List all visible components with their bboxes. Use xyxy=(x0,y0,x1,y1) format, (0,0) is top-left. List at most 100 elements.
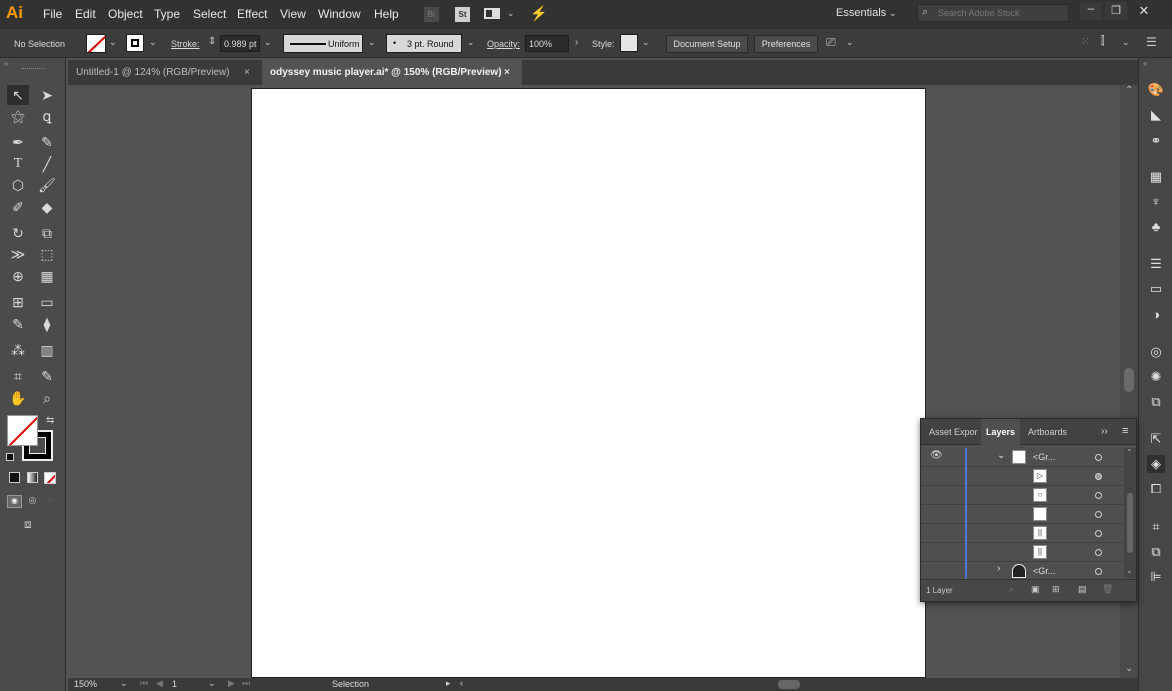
first-artboard-icon[interactable]: ⏮ xyxy=(140,678,148,689)
fill-swatch[interactable] xyxy=(86,34,106,53)
transparency-icon[interactable]: ◑ xyxy=(1147,306,1165,324)
change-screen-mode-icon[interactable]: ⧈ xyxy=(24,517,42,531)
pen-tool-icon[interactable]: ✒ xyxy=(7,132,29,152)
new-layer-icon[interactable]: ▤ xyxy=(1078,584,1087,595)
tab-layers[interactable]: Layers xyxy=(981,419,1021,445)
eyedropper-tool-icon[interactable]: ✎ xyxy=(7,314,29,334)
chevron-down-icon[interactable]: ⌄ xyxy=(368,37,376,48)
perspective-grid-tool-icon[interactable]: ▦ xyxy=(36,266,58,286)
lasso-tool-icon[interactable]: ꝗ xyxy=(36,106,58,126)
menu-window[interactable]: Window xyxy=(318,7,361,21)
swatches-icon[interactable]: ▦ xyxy=(1147,168,1165,186)
layer-row[interactable]: ○ xyxy=(921,486,1124,505)
tab-odyssey-music-player[interactable]: odyssey music player.ai* @ 150% (RGB/Pre… xyxy=(262,60,522,85)
chevron-down-icon[interactable]: ⌄ xyxy=(846,37,854,48)
brush-definition[interactable]: • 3 pt. Round xyxy=(386,34,462,53)
chevron-down-icon[interactable]: ⌄ xyxy=(264,37,272,48)
chevron-down-icon[interactable]: ⌄ xyxy=(507,8,515,19)
close-tab-icon[interactable]: × xyxy=(504,60,510,85)
menu-type[interactable]: Type xyxy=(154,7,180,21)
target-icon[interactable] xyxy=(1095,454,1102,461)
panel-menu-icon[interactable]: ☰ xyxy=(1146,35,1157,49)
curvature-tool-icon[interactable]: ✎ xyxy=(36,132,58,152)
color-panel-icon[interactable]: 🎨 xyxy=(1147,81,1165,99)
magic-wand-tool-icon[interactable]: ⚝ xyxy=(7,106,29,126)
chevron-right-icon[interactable]: › xyxy=(997,563,1000,574)
none-mode-icon[interactable] xyxy=(44,472,56,484)
layer-row[interactable] xyxy=(921,505,1124,524)
stroke-weight-field[interactable]: 0.989 pt xyxy=(220,35,260,52)
layer-name[interactable]: <Gr... xyxy=(1033,566,1055,576)
chevron-down-icon[interactable]: ⌄ xyxy=(467,37,475,48)
more-tabs-icon[interactable]: ›› xyxy=(1101,426,1108,437)
status-menu-icon[interactable]: ▸ xyxy=(446,678,451,689)
target-icon[interactable] xyxy=(1095,492,1102,499)
pathfinder-icon[interactable]: ⧉ xyxy=(1147,543,1165,561)
target-icon[interactable] xyxy=(1095,530,1102,537)
artboards-icon[interactable]: ⧠ xyxy=(1147,480,1165,498)
layers-scrollbar[interactable]: ⌃ ⌄ xyxy=(1124,448,1136,578)
layer-row[interactable]: ▷ xyxy=(921,467,1124,486)
target-icon[interactable] xyxy=(1095,473,1102,480)
chevron-down-icon[interactable]: ⌄ xyxy=(149,37,157,48)
swap-fill-stroke-icon[interactable]: ⇆ xyxy=(46,415,54,426)
target-icon[interactable] xyxy=(1095,549,1102,556)
draw-inside-icon[interactable]: ◌ xyxy=(43,495,58,508)
grid-dots-icon[interactable]: ⁙ xyxy=(1081,35,1090,48)
hand-tool-icon[interactable]: ✋ xyxy=(7,388,29,408)
gradient-icon[interactable]: ▭ xyxy=(1147,280,1165,298)
artboard-number[interactable]: 1 xyxy=(172,679,177,689)
polygon-tool-icon[interactable]: ⬡ xyxy=(7,175,29,195)
scroll-up-icon[interactable]: ⌃ xyxy=(1126,448,1133,457)
direct-selection-tool-icon[interactable]: ➤ xyxy=(36,85,58,105)
gpu-performance-icon[interactable]: ⚡ xyxy=(530,5,547,22)
workspace-switcher[interactable]: Essentials xyxy=(836,7,886,19)
bridge-icon[interactable]: Br xyxy=(424,7,439,22)
layer-name[interactable]: <Gr... xyxy=(1033,452,1055,462)
gradient-tool-icon[interactable]: ▭ xyxy=(36,292,58,312)
draw-normal-icon[interactable]: ◉ xyxy=(7,495,22,508)
line-segment-tool-icon[interactable]: ╱ xyxy=(36,154,58,174)
width-tool-icon[interactable]: ≫ xyxy=(7,244,29,264)
shaper-tool-icon[interactable]: ✐ xyxy=(7,197,29,217)
restore-button[interactable]: ❐ xyxy=(1105,2,1127,20)
make-clipping-mask-icon[interactable]: ▣ xyxy=(1031,584,1040,595)
chevron-down-icon[interactable]: ⌄ xyxy=(642,37,650,48)
fill-color-box[interactable] xyxy=(7,415,38,446)
panel-grip[interactable] xyxy=(22,68,44,70)
collapse-panel-icon[interactable]: « xyxy=(4,59,8,68)
symbol-sprayer-tool-icon[interactable]: ⁂ xyxy=(7,340,29,360)
eye-icon[interactable]: 👁 xyxy=(930,450,943,461)
chevron-down-icon[interactable]: ⌄ xyxy=(208,678,216,689)
chevron-down-icon[interactable]: ⌄ xyxy=(1122,37,1130,48)
mesh-tool-icon[interactable]: ⊞ xyxy=(7,292,29,312)
selection-tool-icon[interactable]: ↖ xyxy=(7,85,29,105)
artboard[interactable] xyxy=(251,88,926,678)
arrange-documents-icon[interactable] xyxy=(484,8,500,19)
paintbrush-tool-icon[interactable]: 🖌 xyxy=(36,175,58,195)
zoom-level[interactable]: 150% xyxy=(74,679,97,689)
last-artboard-icon[interactable]: ⏭ xyxy=(242,678,250,689)
scroll-down-icon[interactable]: ⌄ xyxy=(1125,663,1133,674)
artboard-tool-icon[interactable]: ⌗ xyxy=(7,366,29,386)
slice-tool-icon[interactable]: ✎ xyxy=(36,366,58,386)
asset-export-icon[interactable]: ⇱ xyxy=(1147,430,1165,448)
graphic-styles-icon[interactable]: ✺ xyxy=(1147,368,1165,386)
scroll-left-icon[interactable]: ‹ xyxy=(460,678,463,688)
chevron-down-icon[interactable]: ⌄ xyxy=(109,37,117,48)
default-fill-stroke-icon[interactable] xyxy=(6,453,14,461)
chevron-right-icon[interactable]: › xyxy=(575,37,578,48)
target-icon[interactable] xyxy=(1095,568,1102,575)
document-setup-button[interactable]: Document Setup xyxy=(666,35,748,53)
preferences-button[interactable]: Preferences xyxy=(754,35,818,53)
opacity-label[interactable]: Opacity: xyxy=(487,39,520,49)
eraser-tool-icon[interactable]: ◆ xyxy=(36,197,58,217)
stroke-icon[interactable]: ☰ xyxy=(1147,255,1165,273)
align-options-icon[interactable]: ⎚ xyxy=(826,35,836,50)
tab-untitled[interactable]: Untitled-1 @ 124% (RGB/Preview) × xyxy=(68,60,262,85)
menu-effect[interactable]: Effect xyxy=(237,7,267,21)
scroll-thumb[interactable] xyxy=(1124,368,1134,392)
menu-view[interactable]: View xyxy=(280,7,306,21)
opacity-field[interactable]: 100% xyxy=(525,35,569,52)
column-graph-tool-icon[interactable]: ▥ xyxy=(36,340,58,360)
